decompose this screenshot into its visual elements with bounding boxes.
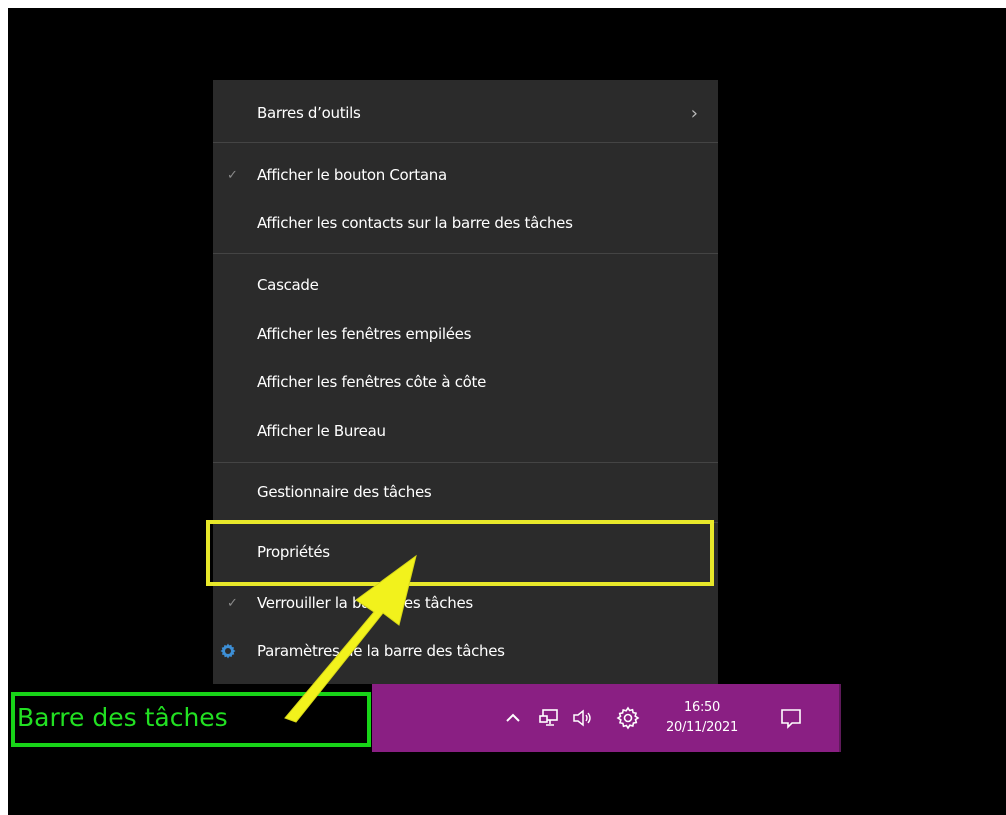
- checkmark-icon: ✓: [227, 595, 238, 611]
- menu-item-label: Afficher le Bureau: [257, 422, 386, 440]
- menu-item-label: Afficher les fenêtres côte à côte: [257, 373, 487, 391]
- notification-icon[interactable]: [779, 684, 803, 752]
- menu-item-task-manager[interactable]: Gestionnaire des tâches: [213, 472, 718, 512]
- menu-item-show-desktop[interactable]: Afficher le Bureau: [213, 411, 718, 451]
- menu-item-label: Afficher les contacts sur la barre des t…: [257, 214, 573, 232]
- menu-item-stacked-windows[interactable]: Afficher les fenêtres empilées: [213, 314, 718, 354]
- gear-icon: [220, 643, 236, 659]
- menu-separator: [213, 462, 718, 463]
- chevron-up-icon[interactable]: [503, 684, 523, 752]
- menu-item-label: Verrouiller la barre des tâches: [257, 594, 473, 612]
- menu-item-cascade[interactable]: Cascade: [213, 265, 718, 305]
- properties-highlight-box: [206, 520, 714, 586]
- menu-item-show-contacts[interactable]: Afficher les contacts sur la barre des t…: [213, 203, 718, 243]
- volume-icon[interactable]: [571, 684, 593, 752]
- network-icon[interactable]: [538, 684, 560, 752]
- menu-item-side-by-side[interactable]: Afficher les fenêtres côte à côte: [213, 362, 718, 402]
- checkmark-icon: ✓: [227, 167, 238, 183]
- taskbar-annotation-label: Barre des tâches: [17, 703, 228, 732]
- menu-item-toolbars[interactable]: Barres d’outils ›: [213, 93, 718, 133]
- menu-item-label: Afficher les fenêtres empilées: [257, 325, 472, 343]
- menu-item-lock-taskbar[interactable]: ✓ Verrouiller la barre des tâches: [213, 583, 718, 623]
- clock[interactable]: 16:50 20/11/2021: [653, 698, 751, 738]
- chevron-right-icon: ›: [690, 102, 698, 124]
- menu-separator: [213, 142, 718, 143]
- settings-icon[interactable]: [616, 684, 640, 752]
- menu-item-show-cortana[interactable]: ✓ Afficher le bouton Cortana: [213, 155, 718, 195]
- taskbar-context-menu: Barres d’outils › ✓ Afficher le bouton C…: [213, 80, 718, 684]
- menu-item-label: Gestionnaire des tâches: [257, 483, 432, 501]
- menu-item-label: Cascade: [257, 276, 319, 294]
- clock-date: 20/11/2021: [666, 720, 738, 735]
- menu-item-taskbar-settings[interactable]: Paramètres de la barre des tâches: [213, 631, 718, 671]
- menu-item-label: Afficher le bouton Cortana: [257, 166, 447, 184]
- menu-separator: [213, 253, 718, 254]
- menu-item-label: Barres d’outils: [257, 104, 361, 122]
- menu-item-label: Paramètres de la barre des tâches: [257, 642, 505, 660]
- clock-time: 16:50: [684, 700, 720, 715]
